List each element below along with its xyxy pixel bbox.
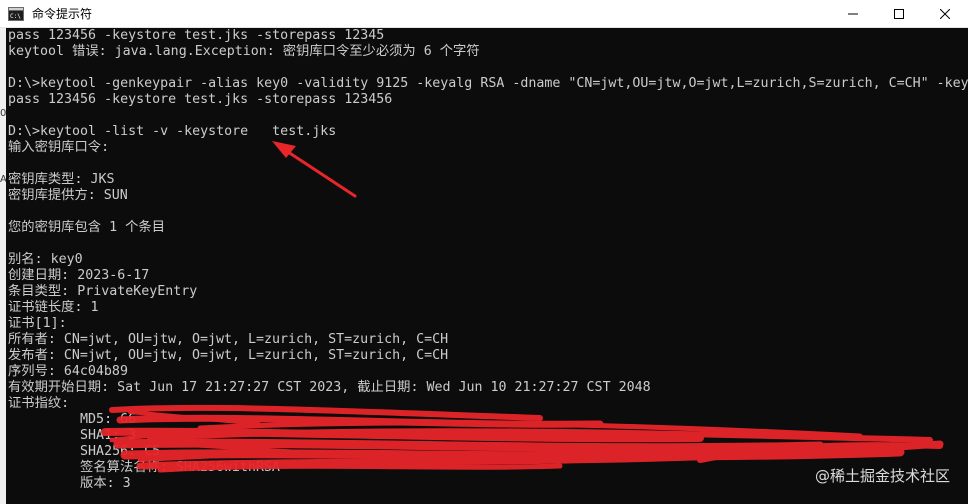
console-line: 发布者: CN=jwt, OU=jtw, O=jwt, L=zurich, ST… <box>8 348 449 363</box>
window-controls <box>830 0 968 27</box>
sliver-mark: A <box>0 174 6 185</box>
watermark: @稀土掘金技术社区 <box>814 467 950 485</box>
minimize-button[interactable] <box>830 0 876 27</box>
console-line: 密钥库类型: JKS <box>8 172 115 187</box>
console-line: MD5: 66 <box>8 412 137 427</box>
console-line: D:\>keytool -genkeypair -alias key0 -val… <box>8 76 968 91</box>
sliver-mark: 05 <box>0 108 6 119</box>
console-output[interactable]: pass 123456 -keystore test.jks -storepas… <box>0 28 968 504</box>
console-line: 签名算法名称: SHA256withRSA <box>8 460 280 475</box>
title-bar[interactable]: C:\ 命令提示符 <box>0 0 968 28</box>
cmd-window: C:\ 命令提示符 pass 123456 -keystore test.jks… <box>0 0 968 504</box>
close-button[interactable] <box>922 0 968 27</box>
console-line: 证书指纹: <box>8 396 70 411</box>
console-line: 版本: 3 <box>8 476 131 491</box>
console-line: 您的密钥库包含 1 个条目 <box>8 220 165 235</box>
console-line: 创建日期: 2023-6-17 <box>8 268 150 283</box>
minimize-icon <box>848 13 858 14</box>
console-line: pass 123456 -keystore test.jks -storepas… <box>8 28 385 43</box>
console-line: 序列号: 64c04b89 <box>8 364 128 379</box>
background-window-edge: 05 A <box>0 28 6 504</box>
console-line: 证书[1]: <box>8 316 67 331</box>
console-line: 条目类型: PrivateKeyEntry <box>8 284 198 299</box>
maximize-icon <box>894 8 904 19</box>
console-line: 证书链长度: 1 <box>8 300 99 315</box>
cmd-icon: C:\ <box>8 6 24 22</box>
console-line: SHA1: 3 <box>8 428 137 443</box>
window-title: 命令提示符 <box>32 7 93 21</box>
console-line: 输入密钥库口令: <box>8 140 110 155</box>
console-line: D:\>keytool -list -v -keystore test.jks <box>8 124 337 139</box>
console-line: 所有者: CN=jwt, OU=jtw, O=jwt, L=zurich, ST… <box>8 332 449 347</box>
maximize-button[interactable] <box>876 0 922 27</box>
console-line: SHA256: C5 <box>8 444 161 459</box>
console-line: 别名: key0 <box>8 252 83 267</box>
svg-text:C:\: C:\ <box>10 13 21 20</box>
console-line: keytool 错误: java.lang.Exception: 密钥库口令至少… <box>8 44 480 59</box>
console-line: pass 123456 -keystore test.jks -storepas… <box>8 92 393 107</box>
close-icon <box>940 8 950 19</box>
console-line: 密钥库提供方: SUN <box>8 188 128 203</box>
console-line: 有效期开始日期: Sat Jun 17 21:27:27 CST 2023, 截… <box>8 380 651 395</box>
